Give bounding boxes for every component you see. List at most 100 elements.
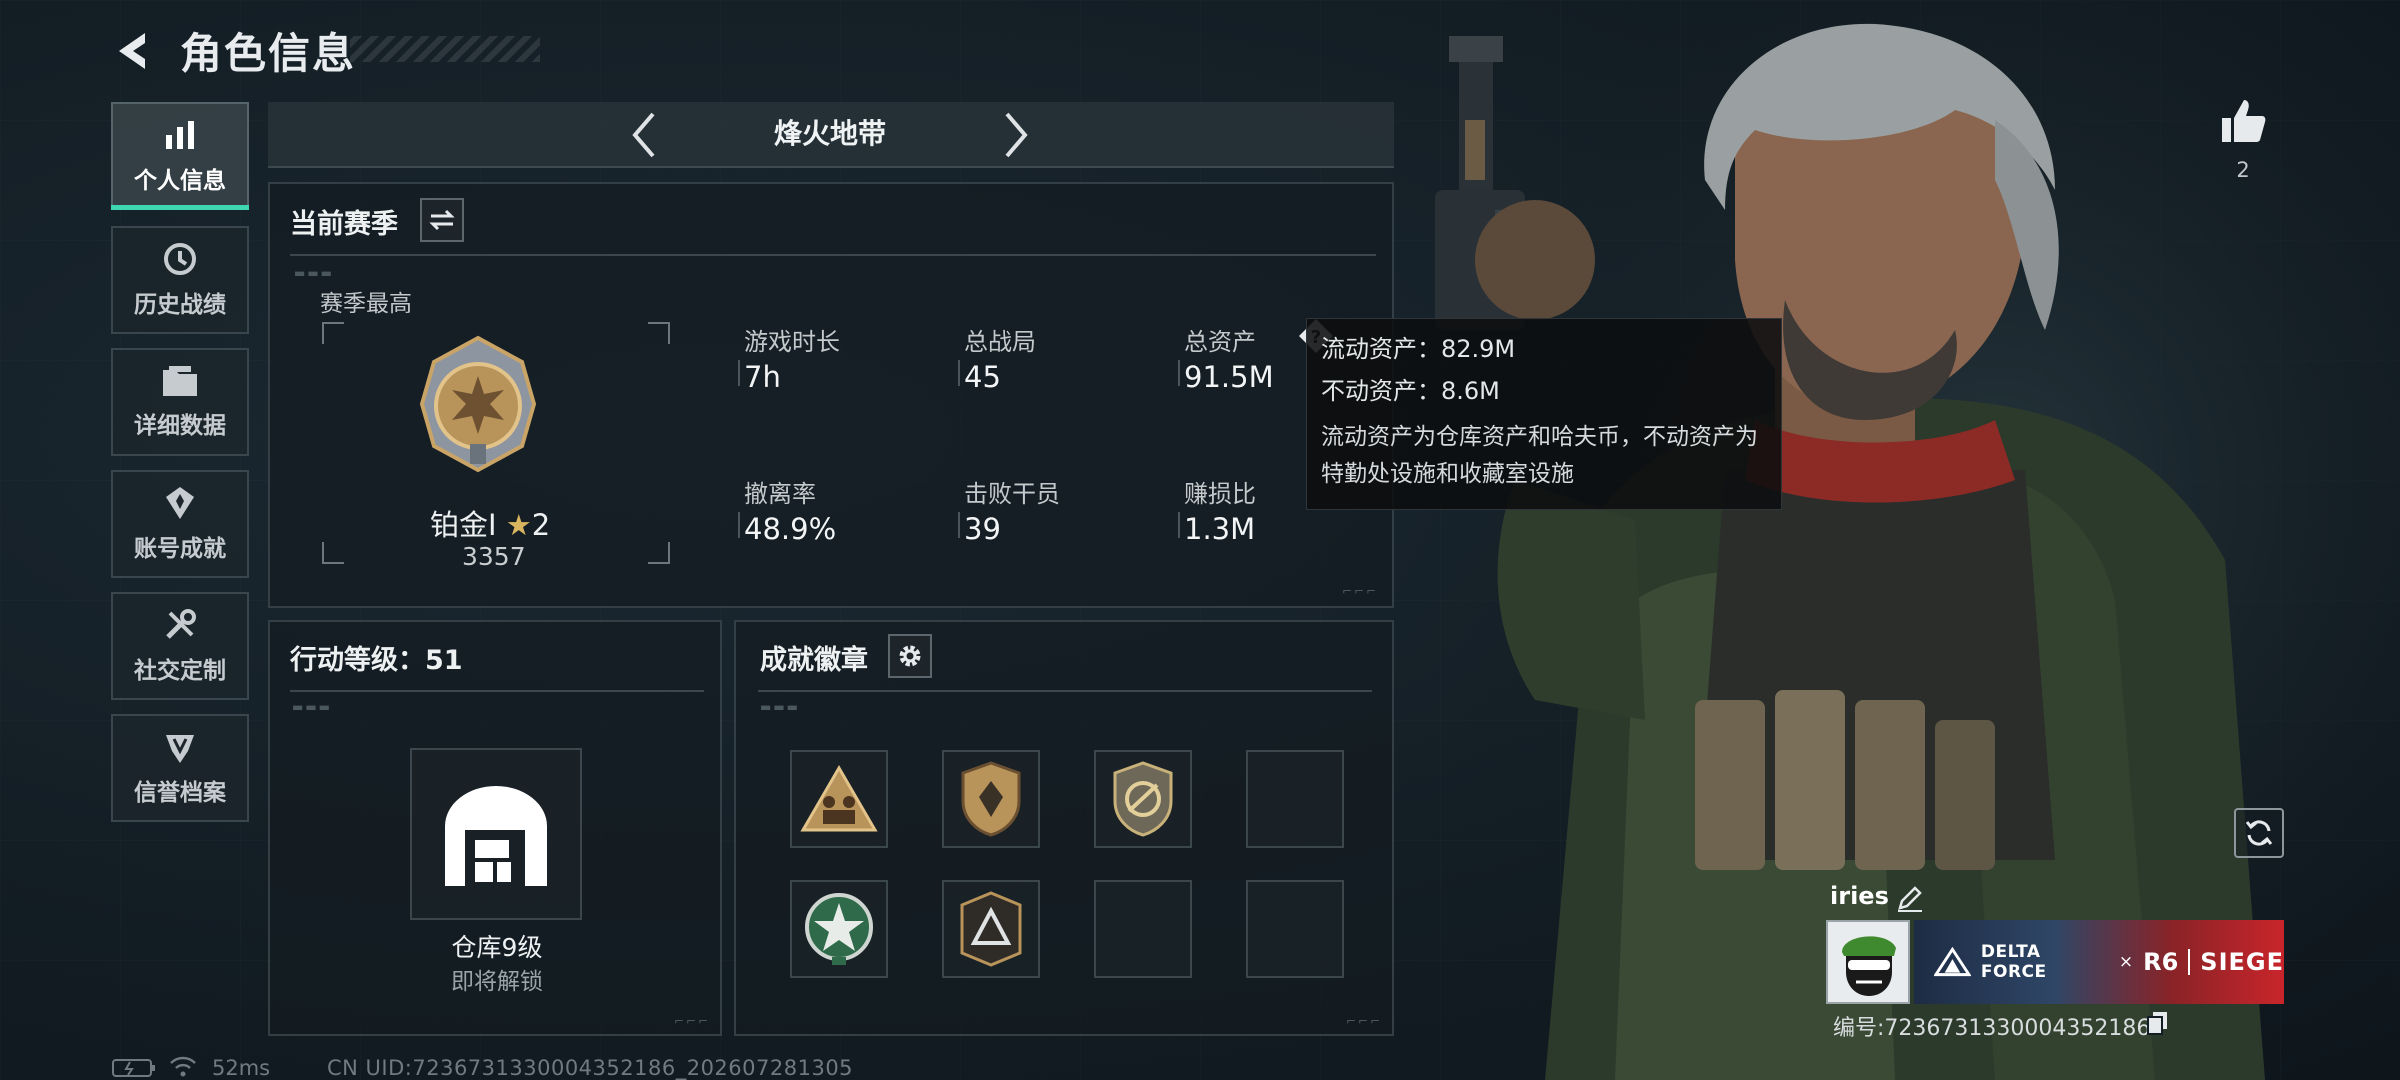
stat-profit-ratio-value: 1.3M	[1184, 512, 1256, 546]
refresh-character-button[interactable]	[2234, 808, 2284, 858]
badge-slot-empty[interactable]	[1246, 750, 1344, 848]
badge-slot[interactable]	[790, 880, 888, 978]
mode-next-button[interactable]	[996, 108, 1036, 162]
stat-total-matches-value: 45	[964, 360, 1001, 394]
stat-kills-value: 39	[964, 512, 1001, 546]
sidebar-item-reputation[interactable]: 信誉档案	[111, 714, 249, 822]
chevron-left-icon	[632, 112, 655, 158]
frame-corner	[648, 542, 670, 564]
badge-slot-empty[interactable]	[1246, 880, 1344, 978]
level-panel: 行动等级：51 ▬▬▬ 仓库9级 即将解锁 ⌐⌐⌐	[268, 620, 722, 1036]
stat-divider	[958, 360, 960, 386]
collab-banner: DELTA FORCE × R6 SIEGE	[1914, 920, 2284, 1004]
wifi-icon	[168, 1054, 198, 1078]
shield-badge-icon	[961, 761, 1021, 837]
warehouse-sublabel: 即将解锁	[451, 969, 543, 995]
banner-r6-text: R6	[2143, 948, 2179, 976]
switch-icon	[429, 209, 455, 231]
bar-chart-icon	[166, 121, 194, 149]
sidebar-item-history[interactable]: 历史战绩	[111, 226, 249, 334]
stat-extract-rate-label: 撤离率	[744, 480, 816, 508]
edit-name-button[interactable]	[1896, 884, 1924, 912]
refresh-icon	[2245, 820, 2273, 846]
stat-divider	[958, 512, 960, 538]
triangle-squad-badge-icon	[800, 765, 878, 832]
copy-uid-button[interactable]	[2146, 1010, 2170, 1036]
sidebar-item-label: 详细数据	[134, 413, 226, 439]
badge-slot-empty[interactable]	[1094, 880, 1192, 978]
stat-extract-rate-value: 48.9%	[744, 512, 837, 546]
sidebar-item-social-custom[interactable]: 社交定制	[111, 592, 249, 700]
stat-play-time-label: 游戏时长	[744, 328, 840, 356]
season-divider	[290, 254, 1376, 256]
badges-title: 成就徽章	[760, 645, 868, 676]
stat-total-assets-value: 91.5M	[1184, 360, 1274, 394]
title-stripe-deco	[350, 36, 540, 62]
level-title: 行动等级：51	[290, 645, 463, 676]
banner-cross: ×	[2118, 952, 2134, 972]
sidebar-item-achievements[interactable]: 账号成就	[111, 470, 249, 578]
player-name: iries	[1830, 882, 1889, 910]
thumbs-up-icon	[2222, 100, 2266, 142]
sidebar-item-detailed-data[interactable]: 详细数据	[111, 348, 249, 456]
warehouse-tile[interactable]	[410, 748, 582, 920]
stat-profit-ratio-label: 赚损比	[1184, 480, 1256, 508]
season-best-label: 赛季最高	[320, 291, 412, 317]
banner-delta-force-text: DELTA FORCE	[1980, 942, 2047, 982]
blade-shield-badge-icon	[1113, 761, 1173, 837]
warehouse-label: 仓库9级	[451, 933, 543, 962]
player-uid: 编号:7236731330004352186	[1833, 1016, 2151, 1041]
badge-slot[interactable]	[942, 750, 1040, 848]
pencil-icon	[1898, 886, 1922, 912]
deco-mark: ▬▬▬	[294, 266, 335, 280]
season-panel: 当前赛季 ▬▬▬ 赛季最高 铂金I ★2 3357 游戏时长 7h 总战局 45…	[268, 182, 1394, 608]
sidebar-item-label: 历史战绩	[134, 292, 226, 318]
copy-icon	[2147, 1012, 2167, 1035]
like-button[interactable]	[2218, 96, 2268, 146]
stat-total-assets-label: 总资产	[1184, 328, 1256, 356]
rank-name-text: 铂金I	[430, 508, 497, 542]
sidebar-item-label: 社交定制	[134, 658, 226, 684]
badges-divider	[758, 690, 1372, 692]
sidebar-item-personal-info[interactable]: 个人信息	[111, 102, 249, 210]
deco-mark: ⌐⌐⌐	[1341, 584, 1378, 598]
rank-stars: 2	[531, 508, 551, 542]
chevron-right-icon	[1005, 112, 1028, 158]
rank-medal-icon	[419, 335, 537, 473]
avatar[interactable]	[1826, 920, 1910, 1004]
season-switch-button[interactable]	[420, 198, 464, 242]
frame-corner	[322, 322, 344, 344]
stat-divider	[1178, 360, 1180, 386]
ping-display: 52ms	[212, 1056, 271, 1080]
back-button[interactable]	[108, 26, 158, 76]
sidebar-item-label: 个人信息	[134, 168, 226, 194]
deco-mark: ⌐⌐⌐	[1345, 1014, 1382, 1028]
stat-play-time-value: 7h	[744, 360, 781, 394]
beret-soldier-avatar-icon	[1828, 922, 1908, 1002]
stat-divider	[738, 512, 740, 538]
sidebar-item-label: 信誉档案	[134, 780, 226, 806]
rank-star-icon: ★	[505, 508, 532, 542]
cn-uid-footer: CN UID:7236731330004352186_202607281305	[327, 1056, 854, 1080]
banner-separator	[2188, 949, 2191, 975]
badge-settings-button[interactable]	[888, 634, 932, 678]
page-title: 角色信息	[180, 29, 357, 78]
frame-corner	[648, 322, 670, 344]
frame-corner	[322, 542, 344, 564]
tooltip-fixed-assets: 不动资产：8.6M	[1321, 377, 1500, 405]
assets-tooltip: 流动资产：82.9M 不动资产：8.6M 流动资产为仓库资产和哈夫币，不动资产为…	[1306, 318, 1782, 510]
mode-prev-button[interactable]	[624, 108, 664, 162]
tools-icon	[166, 609, 196, 639]
history-icon	[164, 243, 196, 275]
folder-icon	[163, 366, 197, 396]
stat-divider	[738, 360, 740, 386]
delta-force-logo-icon	[1934, 947, 1971, 977]
achievement-icon	[166, 487, 194, 519]
badge-slot[interactable]	[1094, 750, 1192, 848]
warehouse-icon	[445, 786, 547, 886]
badge-slot[interactable]	[942, 880, 1040, 978]
rank-score: 3357	[462, 542, 526, 571]
season-title: 当前赛季	[290, 209, 398, 240]
badge-slot[interactable]	[790, 750, 888, 848]
tooltip-liquid-assets: 流动资产：82.9M	[1321, 335, 1516, 363]
